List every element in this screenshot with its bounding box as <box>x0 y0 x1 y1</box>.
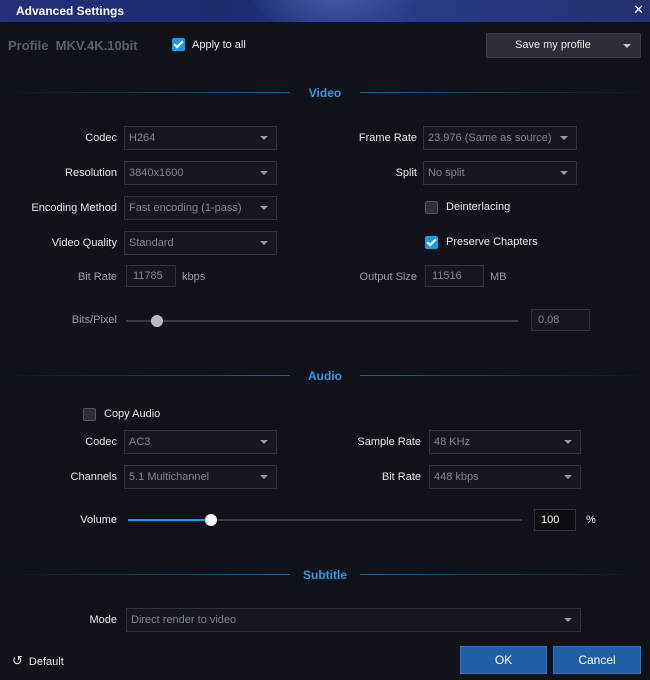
split-value: No split <box>428 167 465 179</box>
bits-per-pixel-label: Bits/Pixel <box>71 314 117 326</box>
cancel-button[interactable]: Cancel <box>553 646 641 674</box>
section-divider <box>0 92 290 93</box>
frame-rate-value: 23.976 (Same as source) <box>428 132 552 144</box>
encoding-method-select[interactable]: Fast encoding (1-pass) <box>124 196 277 220</box>
video-bit-rate-label: Bit Rate <box>77 271 117 283</box>
audio-bit-rate-label: Bit Rate <box>381 471 421 483</box>
encoding-method-value: Fast encoding (1-pass) <box>129 202 242 214</box>
checkbox-checked-icon <box>172 38 185 51</box>
section-divider <box>0 375 290 376</box>
volume-label: Volume <box>80 514 117 526</box>
checkbox-checked-icon <box>425 236 438 249</box>
video-codec-label: Codec <box>85 132 117 144</box>
copy-audio-label: Copy Audio <box>104 408 161 420</box>
checkbox-unchecked-icon <box>83 408 96 421</box>
checkbox-unchecked-icon <box>425 201 438 214</box>
output-size-unit: MB <box>490 271 507 283</box>
encoding-method-label: Encoding Method <box>31 202 117 214</box>
channels-value: 5.1 Multichannel <box>129 471 210 483</box>
save-profile-label: Save my profile <box>515 39 591 51</box>
video-codec-select[interactable]: H264 <box>124 126 277 150</box>
volume-slider-fill <box>128 519 211 521</box>
channels-label: Channels <box>70 471 117 483</box>
slider-thumb[interactable] <box>204 514 217 526</box>
chevron-down-icon <box>260 440 268 444</box>
copy-audio-checkbox[interactable] <box>83 408 96 424</box>
chevron-down-icon <box>260 171 268 175</box>
audio-bit-rate-select[interactable]: 448 kbps <box>429 465 581 489</box>
chevron-down-icon <box>564 618 572 622</box>
sample-rate-value: 48 KHz <box>434 436 471 448</box>
video-section-title: Video <box>308 86 342 100</box>
output-size-input[interactable]: 11516 <box>425 265 484 287</box>
chevron-down-icon <box>564 475 572 479</box>
chevron-down-icon <box>564 440 572 444</box>
chevron-down-icon <box>623 44 631 48</box>
subtitle-section-title: Subtitle <box>303 568 347 582</box>
frame-rate-label: Frame Rate <box>358 132 417 144</box>
bits-per-pixel-slider[interactable] <box>126 315 518 327</box>
default-label: Default <box>28 656 64 668</box>
bits-per-pixel-input[interactable]: 0.08 <box>531 309 590 331</box>
sample-rate-select[interactable]: 48 KHz <box>429 430 581 454</box>
titlebar-decoration <box>250 0 420 22</box>
subtitle-mode-label: Mode <box>89 614 117 626</box>
split-label: Split <box>395 167 417 179</box>
close-icon[interactable]: ✕ <box>633 2 644 18</box>
title-bar: Advanced Settings ✕ <box>0 0 650 22</box>
audio-section-title: Audio <box>308 369 342 383</box>
video-bit-rate-unit: kbps <box>182 271 206 283</box>
resolution-label: Resolution <box>65 167 117 179</box>
deinterlacing-checkbox[interactable] <box>425 201 438 217</box>
save-profile-button[interactable]: Save my profile <box>486 33 641 58</box>
section-divider <box>0 574 290 575</box>
video-quality-value: Standard <box>129 237 174 249</box>
ok-button[interactable]: OK <box>460 646 547 674</box>
chevron-down-icon <box>260 136 268 140</box>
output-size-label: Output Size <box>359 271 417 283</box>
profile-name: Profile MKV.4K.10bit <box>8 38 138 53</box>
section-divider <box>360 574 650 575</box>
chevron-down-icon <box>260 206 268 210</box>
audio-codec-value: AC3 <box>129 436 151 448</box>
sample-rate-label: Sample Rate <box>357 436 421 448</box>
volume-unit: % <box>586 514 596 526</box>
video-codec-value: H264 <box>129 132 156 144</box>
chevron-down-icon <box>560 171 568 175</box>
video-quality-label: Video Quality <box>51 237 117 249</box>
subtitle-mode-value: Direct render to video <box>131 614 237 626</box>
apply-to-all-checkbox[interactable] <box>172 38 185 54</box>
resolution-value: 3840x1600 <box>129 167 184 179</box>
section-divider <box>360 92 650 93</box>
channels-select[interactable]: 5.1 Multichannel <box>124 465 277 489</box>
audio-codec-label: Codec <box>85 436 117 448</box>
subtitle-mode-select[interactable]: Direct render to video <box>126 608 581 632</box>
window-title: Advanced Settings <box>16 4 125 18</box>
preserve-chapters-checkbox[interactable] <box>425 236 438 252</box>
section-divider <box>360 375 650 376</box>
audio-codec-select[interactable]: AC3 <box>124 430 277 454</box>
default-button[interactable]: ↺ Default <box>12 653 64 669</box>
volume-slider[interactable] <box>128 514 522 526</box>
slider-thumb[interactable] <box>151 315 164 327</box>
apply-to-all-label: Apply to all <box>192 39 246 51</box>
preserve-chapters-label: Preserve Chapters <box>446 236 538 248</box>
audio-bit-rate-value: 448 kbps <box>434 471 479 483</box>
volume-input[interactable]: 100 <box>534 509 576 531</box>
video-bit-rate-input[interactable]: 11785 <box>126 265 176 287</box>
reset-icon: ↺ <box>12 653 23 668</box>
deinterlacing-label: Deinterlacing <box>446 201 511 213</box>
chevron-down-icon <box>260 241 268 245</box>
split-select[interactable]: No split <box>423 161 577 185</box>
chevron-down-icon <box>260 475 268 479</box>
chevron-down-icon <box>560 136 568 140</box>
video-quality-select[interactable]: Standard <box>124 231 277 255</box>
frame-rate-select[interactable]: 23.976 (Same as source) <box>423 126 577 150</box>
resolution-select[interactable]: 3840x1600 <box>124 161 277 185</box>
